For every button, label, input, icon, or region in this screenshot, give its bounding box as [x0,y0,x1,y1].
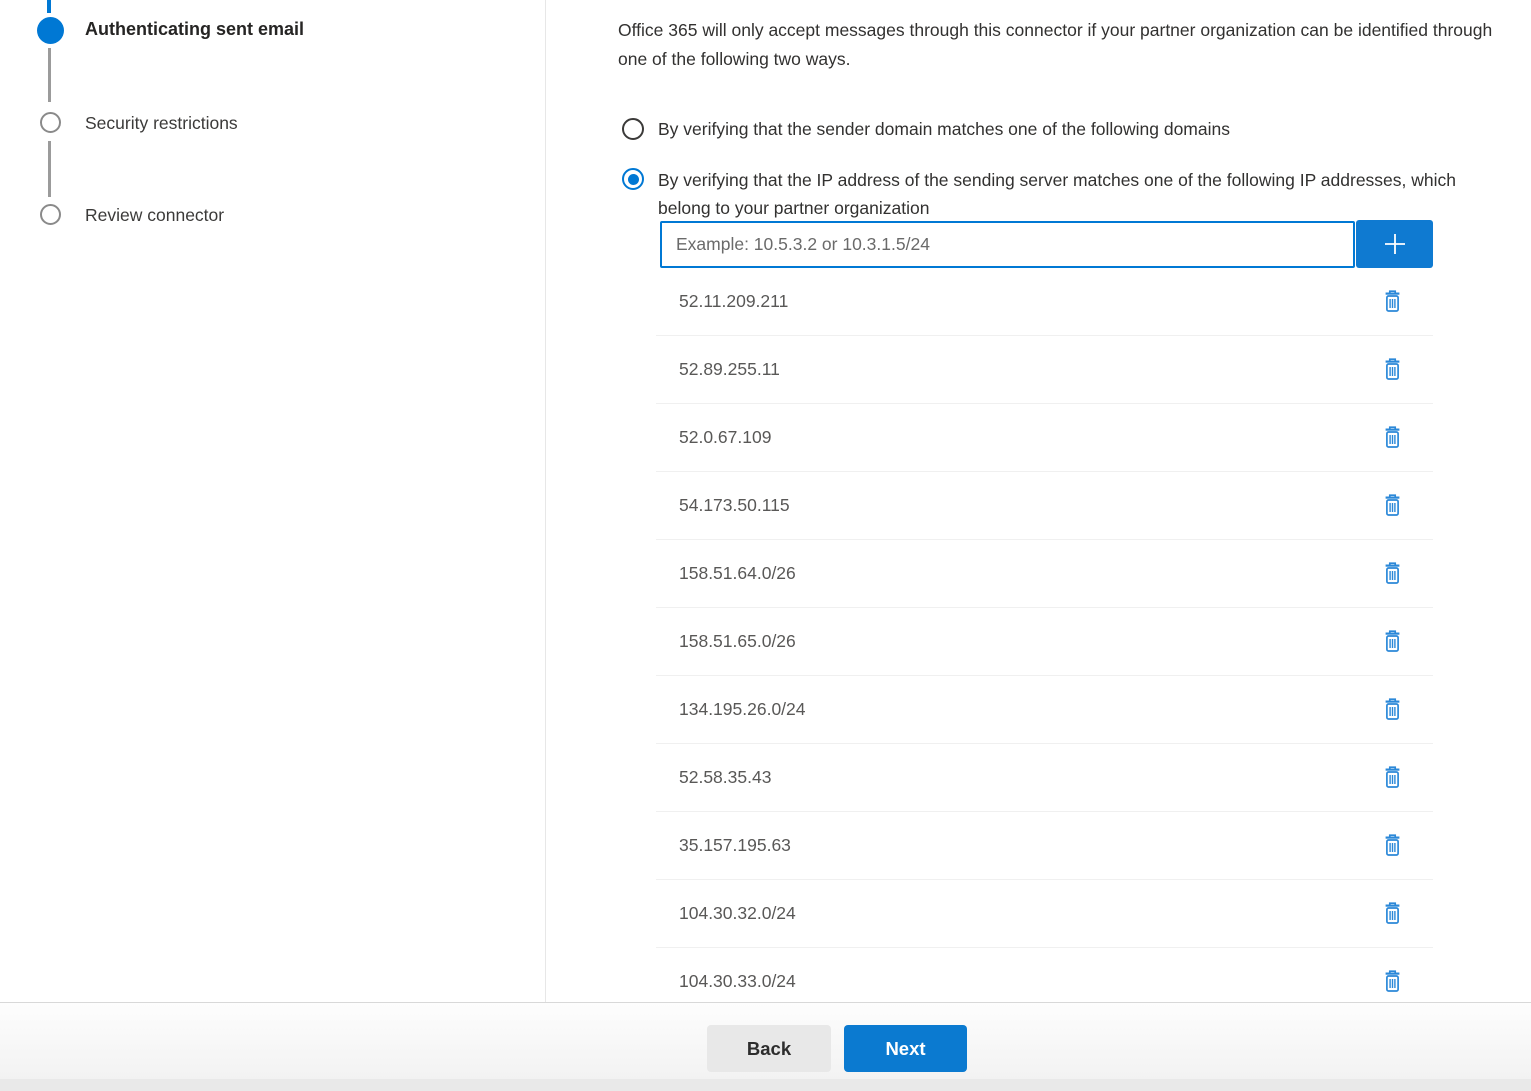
delete-ip-button[interactable] [1375,421,1409,455]
delete-ip-button[interactable] [1375,285,1409,319]
step-upcoming-dot [40,112,61,133]
ip-list-item: 52.89.255.11 [656,336,1433,404]
stepper-connector [48,141,51,197]
ip-address-value: 104.30.32.0/24 [679,903,796,924]
delete-ip-button[interactable] [1375,897,1409,931]
trash-icon [1382,969,1403,994]
trash-icon [1382,289,1403,314]
ip-list-item: 158.51.64.0/26 [656,540,1433,608]
trash-icon [1382,765,1403,790]
ip-address-input[interactable] [660,221,1355,268]
back-button[interactable]: Back [707,1025,831,1072]
delete-ip-button[interactable] [1375,353,1409,387]
ip-list-item: 158.51.65.0/26 [656,608,1433,676]
delete-ip-button[interactable] [1375,693,1409,727]
option-label: By verifying that the sender domain matc… [658,118,1230,140]
connector-wizard: Authenticating sent email Security restr… [0,0,1531,1091]
plus-icon [1381,230,1409,258]
step-current-dot [37,17,64,44]
trash-icon [1382,561,1403,586]
trash-icon [1382,425,1403,450]
trash-icon [1382,901,1403,926]
radio-unselected-icon[interactable] [622,118,644,140]
delete-ip-button[interactable] [1375,625,1409,659]
stepper-connector [47,0,51,13]
ip-list-item: 35.157.195.63 [656,812,1433,880]
option-verify-domain[interactable]: By verifying that the sender domain matc… [622,118,1230,140]
intro-text: Office 365 will only accept messages thr… [618,16,1523,73]
trash-icon [1382,697,1403,722]
ip-list-item: 52.58.35.43 [656,744,1433,812]
trash-icon [1382,357,1403,382]
footer-buttons: Back Next [707,1025,967,1072]
step-review-connector[interactable]: Review connector [85,205,224,226]
ip-address-value: 104.30.33.0/24 [679,971,796,992]
stepper-connector [48,48,51,102]
ip-address-value: 52.11.209.211 [679,291,788,312]
trash-icon [1382,629,1403,654]
trash-icon [1382,833,1403,858]
trash-icon [1382,493,1403,518]
ip-address-list: 52.11.209.211 52.89.255.11 [656,268,1433,1016]
option-label: By verifying that the IP address of the … [658,166,1476,222]
ip-list-item: 134.195.26.0/24 [656,676,1433,744]
option-verify-ip[interactable]: By verifying that the IP address of the … [622,166,1476,222]
ip-address-value: 52.89.255.11 [679,359,780,380]
delete-ip-button[interactable] [1375,489,1409,523]
step-security-restrictions[interactable]: Security restrictions [85,113,238,134]
ip-address-value: 52.0.67.109 [679,427,771,448]
ip-address-value: 52.58.35.43 [679,767,771,788]
delete-ip-button[interactable] [1375,965,1409,999]
ip-address-value: 35.157.195.63 [679,835,791,856]
ip-address-value: 158.51.64.0/26 [679,563,796,584]
delete-ip-button[interactable] [1375,557,1409,591]
delete-ip-button[interactable] [1375,761,1409,795]
step-upcoming-dot [40,204,61,225]
ip-address-value: 158.51.65.0/26 [679,631,796,652]
ip-list-item: 104.30.32.0/24 [656,880,1433,948]
radio-selected-icon[interactable] [622,168,644,190]
wizard-steps-panel: Authenticating sent email Security restr… [0,0,546,1002]
next-button[interactable]: Next [844,1025,967,1072]
ip-address-value: 54.173.50.115 [679,495,790,516]
ip-list-item: 52.0.67.109 [656,404,1433,472]
delete-ip-button[interactable] [1375,829,1409,863]
add-ip-button[interactable] [1356,220,1433,268]
ip-list-item: 52.11.209.211 [656,268,1433,336]
ip-address-value: 134.195.26.0/24 [679,699,806,720]
step-authenticating-sent-email[interactable]: Authenticating sent email [85,19,304,40]
ip-list-item: 54.173.50.115 [656,472,1433,540]
